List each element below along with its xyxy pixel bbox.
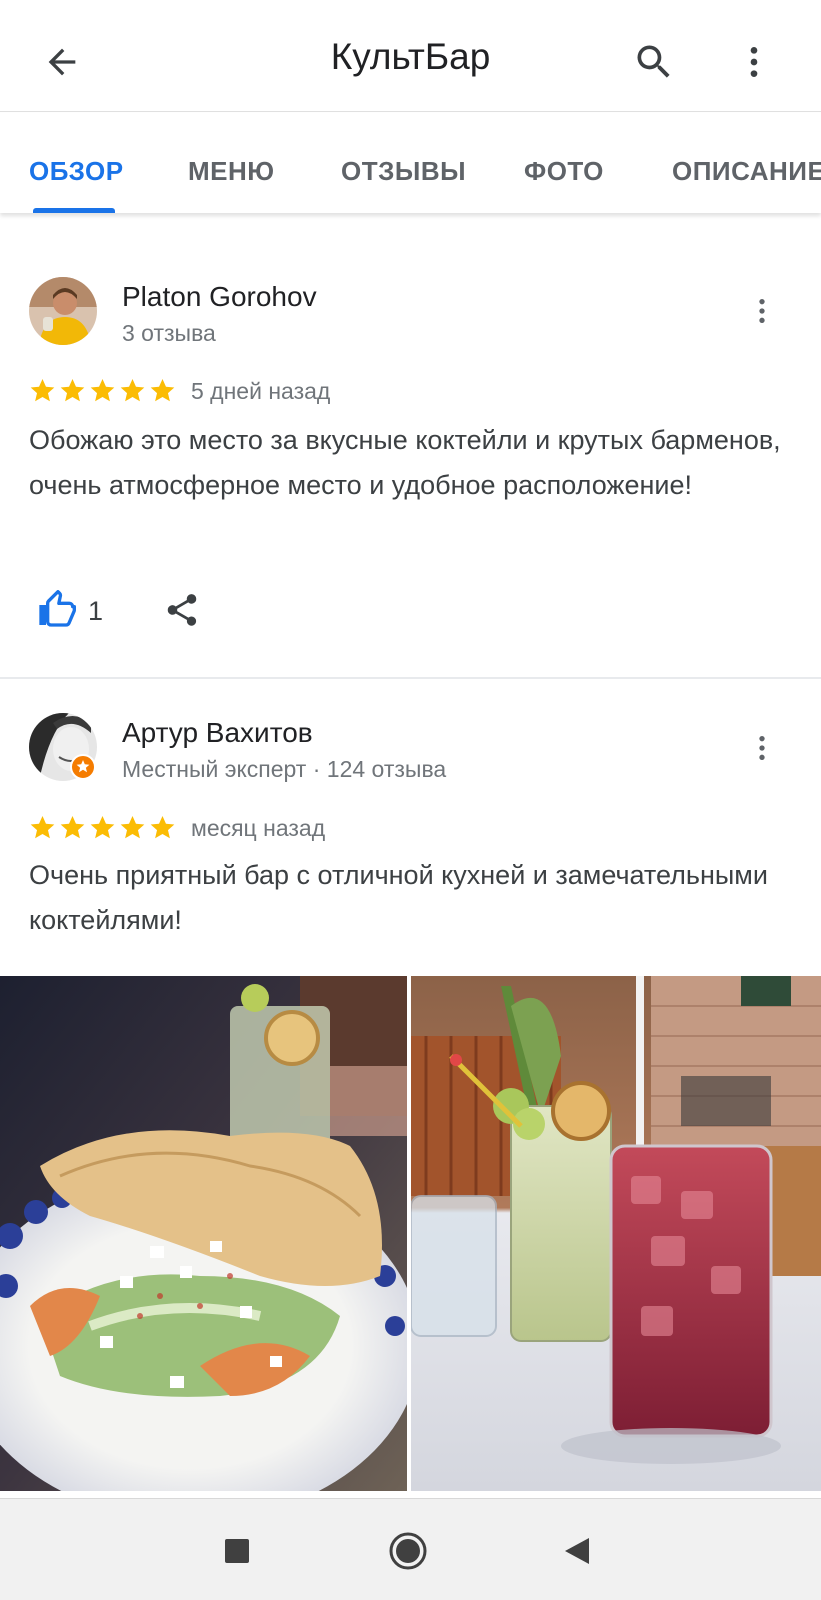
circle-icon xyxy=(389,1532,427,1570)
more-vert-icon xyxy=(759,299,765,323)
star-icon xyxy=(60,816,85,839)
local-guide-badge-icon xyxy=(70,754,96,780)
app-bar: КультБар xyxy=(0,0,821,112)
star-icon xyxy=(150,816,175,839)
star-icon xyxy=(120,379,145,402)
star-icon xyxy=(60,379,85,402)
more-vert-icon xyxy=(750,47,758,77)
recents-button[interactable] xyxy=(207,1521,267,1581)
star-icon xyxy=(90,816,115,839)
tab-menu[interactable]: МЕНЮ xyxy=(188,156,275,187)
star-icon xyxy=(120,816,145,839)
search-icon xyxy=(637,45,670,78)
more-vert-icon xyxy=(759,736,765,760)
back-button[interactable] xyxy=(36,36,88,88)
tab-reviews[interactable]: ОТЗЫВЫ xyxy=(341,156,466,187)
review-photo-food[interactable] xyxy=(0,976,407,1491)
system-navigation-bar xyxy=(0,1498,821,1600)
reviewer-meta: Местный эксперт · 124 отзыва xyxy=(122,756,447,782)
tab-overview[interactable]: ОБЗОР xyxy=(29,156,124,187)
star-icon xyxy=(90,379,115,402)
square-icon xyxy=(225,1539,249,1563)
thumb-up-icon xyxy=(39,590,76,627)
review-date: месяц назад xyxy=(191,815,326,841)
page-title: КультБар xyxy=(330,36,491,77)
reviewer-review-count: 3 отзыва xyxy=(122,320,216,346)
tab-description[interactable]: ОПИСАНИЕ xyxy=(672,156,821,187)
review-photo-drinks[interactable] xyxy=(411,976,821,1491)
review-date: 5 дней назад xyxy=(191,378,331,404)
share-button[interactable] xyxy=(158,586,206,634)
review-text: Обожаю это место за вкусные коктейли и к… xyxy=(29,425,781,500)
avatar[interactable] xyxy=(29,277,97,345)
reviewer-name[interactable]: Артур Вахитов xyxy=(122,717,313,749)
divider xyxy=(0,677,821,679)
review-more-button[interactable] xyxy=(740,283,784,339)
reviewer-name[interactable]: Platon Gorohov xyxy=(122,281,317,313)
star-icon xyxy=(30,816,55,839)
tab-bar: ОБЗОР МЕНЮ ОТЗЫВЫ ФОТО ОПИСАНИЕ xyxy=(0,113,821,213)
star-rating xyxy=(29,814,176,841)
share-icon xyxy=(167,594,197,626)
home-button[interactable] xyxy=(378,1521,438,1581)
more-options-button[interactable] xyxy=(728,34,780,90)
star-icon xyxy=(30,379,55,402)
like-count: 1 xyxy=(88,596,104,626)
star-icon xyxy=(150,379,175,402)
like-button[interactable] xyxy=(32,586,80,634)
triangle-back-icon xyxy=(565,1538,589,1564)
search-button[interactable] xyxy=(626,34,682,90)
star-rating xyxy=(29,377,176,404)
review-text: Очень приятный бар с отличной кухней и з… xyxy=(29,860,768,935)
arrow-left-icon xyxy=(48,48,76,76)
tab-photos[interactable]: ФОТО xyxy=(524,156,604,187)
system-back-button[interactable] xyxy=(547,1521,607,1581)
active-tab-indicator xyxy=(33,208,115,213)
review-more-button[interactable] xyxy=(740,720,784,776)
